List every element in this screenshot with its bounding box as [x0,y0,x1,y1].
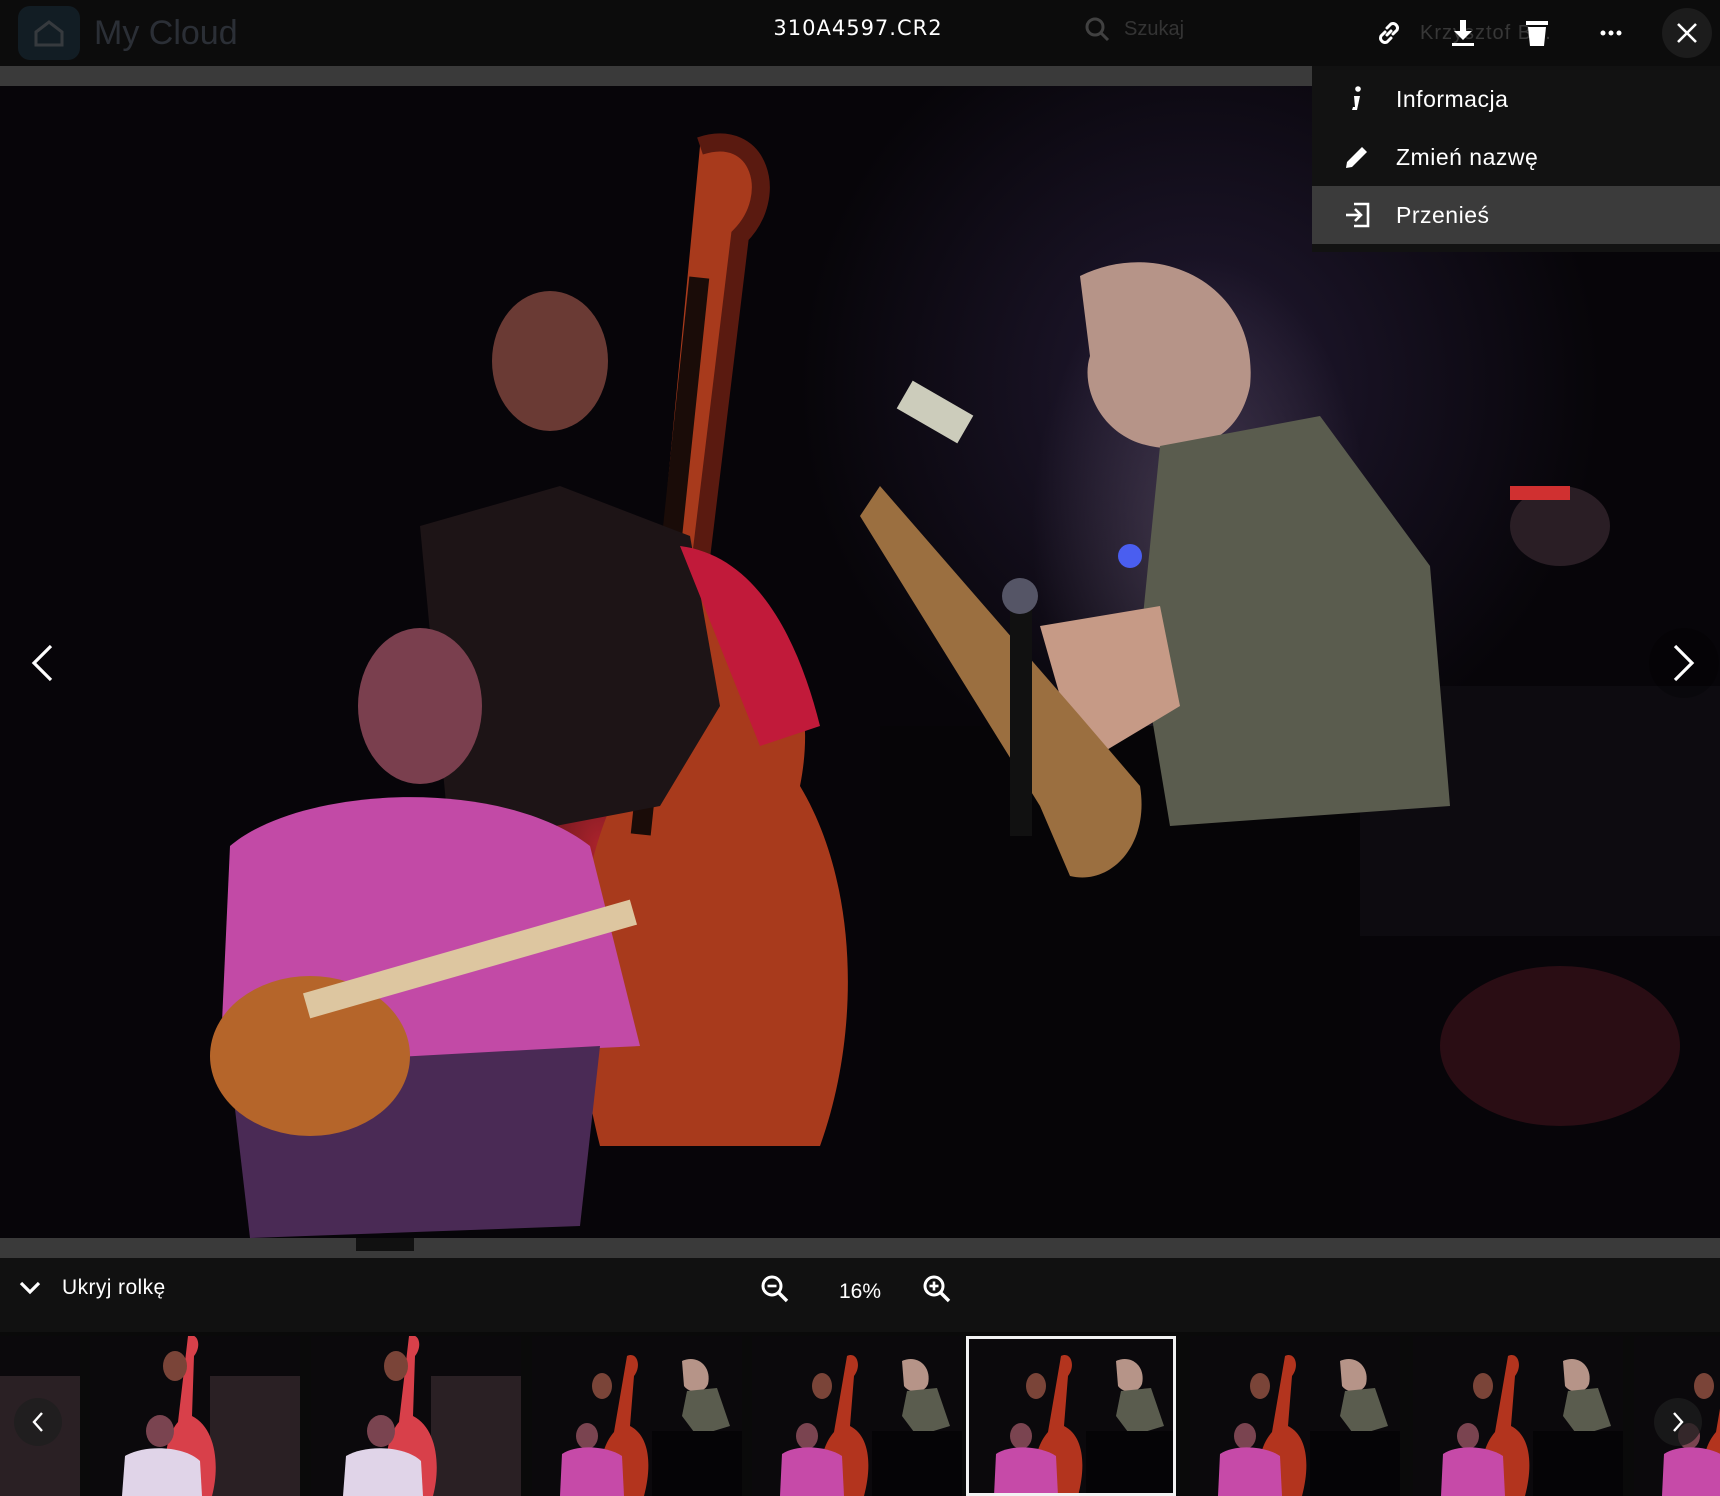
previous-photo-button[interactable] [7,628,77,698]
close-icon [1677,23,1697,43]
more-icon [1600,30,1622,36]
concert-photo [210,133,1720,1238]
hide-roll-label: Ukryj rolkę [62,1276,166,1299]
filmstrip-thumbnail[interactable] [752,1336,962,1496]
menu-item-label: Przenieś [1396,201,1490,228]
filmstrip-thumbnail[interactable] [311,1336,521,1496]
chevron-left-icon [32,1412,43,1432]
filmstrip [0,1332,1720,1496]
pencil-icon [1342,142,1372,172]
chevron-right-icon [1673,644,1695,682]
filmstrip-thumbnail[interactable] [966,1336,1176,1496]
image-top-border [0,66,1312,86]
link-icon [1379,22,1399,44]
image-bottom-border [0,1238,1720,1258]
close-viewer-button[interactable] [1662,8,1712,58]
filmstrip-prev-button[interactable] [14,1398,62,1446]
chevron-left-icon [31,644,53,682]
zoom-level: 16% [838,1280,882,1303]
zoom-out-button[interactable] [760,1274,790,1309]
filmstrip-thumbnail[interactable] [1413,1336,1623,1496]
menu-item-info[interactable]: Informacja [1312,70,1720,128]
zoom-in-icon [923,1275,951,1303]
chevron-down-icon [19,1281,41,1295]
hide-roll-button[interactable]: Ukryj rolkę [18,1276,166,1300]
copy-link-button[interactable] [1364,8,1414,58]
photo-preview [0,86,1720,1238]
menu-item-label: Zmień nazwę [1396,143,1539,170]
filmstrip-thumbnail[interactable] [90,1336,300,1496]
menu-item-move[interactable]: Przenieś [1312,186,1720,244]
zoom-out-icon [761,1275,789,1303]
menu-item-rename[interactable]: Zmień nazwę [1312,128,1720,186]
viewer-toolbar [1340,8,1720,58]
download-button[interactable] [1438,8,1488,58]
move-icon [1342,200,1372,230]
scroll-position-marker [356,1238,414,1251]
top-bar: My Cloud Szukaj Krzysztof B... 310A4597.… [0,0,1720,66]
filmstrip-thumbnail[interactable] [1190,1336,1400,1496]
download-icon [1452,20,1474,46]
delete-button[interactable] [1512,8,1562,58]
more-options-menu: Informacja Zmień nazwę Przenieś [1312,70,1720,252]
trash-icon [1526,21,1548,46]
next-photo-button[interactable] [1649,628,1719,698]
viewer-controls: Ukryj rolkę 16% [0,1258,1720,1332]
menu-item-label: Informacja [1396,85,1509,112]
filmstrip-next-button[interactable] [1654,1398,1702,1446]
more-options-button[interactable] [1586,8,1636,58]
zoom-in-button[interactable] [922,1274,952,1309]
chevron-right-icon [1673,1412,1684,1432]
info-icon [1342,84,1372,114]
filmstrip-thumbnail[interactable] [532,1336,742,1496]
